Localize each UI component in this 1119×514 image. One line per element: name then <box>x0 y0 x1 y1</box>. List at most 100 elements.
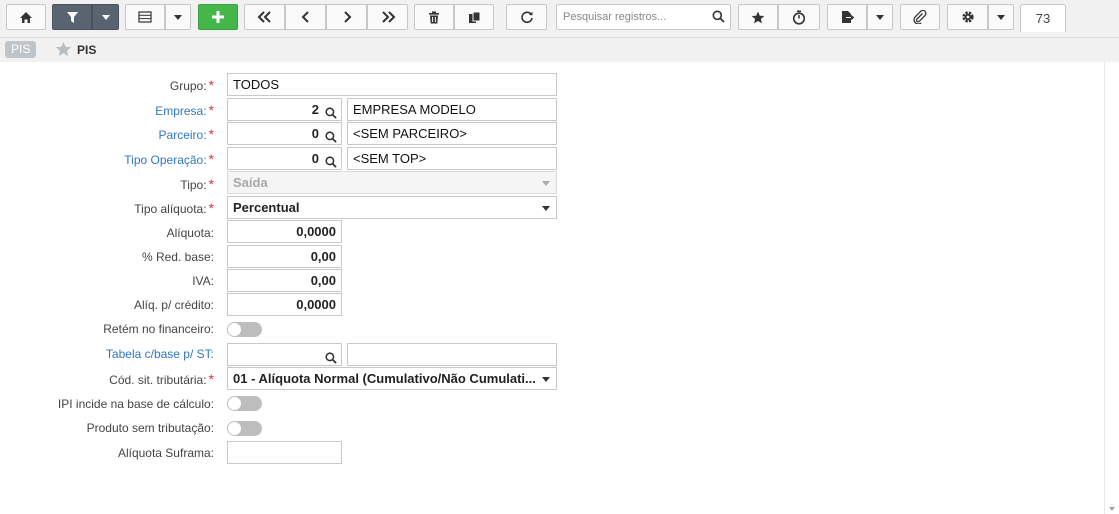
filter-icon <box>66 11 79 24</box>
dropdown-caret-icon <box>101 14 110 20</box>
produto-sem-tributacao-toggle[interactable] <box>227 421 262 436</box>
retem-financeiro-toggle[interactable] <box>227 322 262 337</box>
empresa-code-value: 2 <box>311 102 319 117</box>
previous-record-button[interactable] <box>285 4 326 30</box>
favorite-star-icon[interactable] <box>55 41 72 60</box>
next-record-button[interactable] <box>326 4 367 30</box>
grid-icon <box>138 11 152 23</box>
search-input[interactable] <box>563 9 708 25</box>
plus-icon <box>211 10 225 24</box>
first-icon <box>257 11 273 23</box>
required-mark: * <box>208 176 214 192</box>
chevron-down-icon <box>542 181 550 186</box>
toolbar: 73 <box>0 0 1119 38</box>
paperclip-icon <box>913 10 927 24</box>
toggle-knob <box>228 397 241 410</box>
iva-field[interactable]: 0,00 <box>227 269 342 292</box>
grid-view-button[interactable] <box>125 4 165 30</box>
empresa-code-field[interactable]: 2 <box>227 98 342 121</box>
tipo-operacao-code-field[interactable]: 0 <box>227 147 342 170</box>
scroll-down-icon[interactable] <box>1109 507 1115 511</box>
search-icon[interactable] <box>712 10 725 26</box>
search-icon[interactable] <box>325 349 337 365</box>
first-record-button[interactable] <box>244 4 285 30</box>
refresh-button[interactable] <box>506 4 547 30</box>
trash-icon <box>428 11 440 24</box>
export-button[interactable] <box>827 4 867 30</box>
empresa-label-text: Empresa: <box>155 104 207 118</box>
home-button[interactable] <box>6 4 46 30</box>
search-box <box>556 4 731 30</box>
produto-sem-tributacao-label: Produto sem tributação: <box>86 421 214 435</box>
parceiro-code-value: 0 <box>311 126 319 141</box>
dropdown-caret-icon <box>876 14 884 20</box>
toggle-knob <box>228 323 241 336</box>
tipo-aliquota-select[interactable]: Percentual <box>227 196 557 219</box>
search-icon[interactable] <box>325 153 337 169</box>
settings-dropdown-button[interactable] <box>988 4 1014 30</box>
grid-dropdown-button[interactable] <box>165 4 191 30</box>
filter-button[interactable] <box>52 4 92 30</box>
tipo-value: Saída <box>233 175 268 190</box>
parceiro-code-field[interactable]: 0 <box>227 122 342 145</box>
tipo-select: Saída <box>227 171 557 194</box>
next-icon <box>342 11 352 23</box>
tipo-label-text: Tipo: <box>180 178 207 192</box>
star-icon <box>751 11 765 24</box>
search-icon[interactable] <box>325 128 337 144</box>
aliquota-suframa-label: Alíquota Suframa: <box>117 446 214 460</box>
copy-icon <box>468 11 481 24</box>
export-dropdown-button[interactable] <box>867 4 893 30</box>
cod-sit-tributaria-select[interactable]: 01 - Alíquota Normal (Cumulativo/Não Cum… <box>227 367 557 390</box>
retem-financeiro-label: Retém no financeiro: <box>103 322 214 336</box>
grupo-field[interactable]: TODOS <box>227 73 557 96</box>
tipo-operacao-label-text: Tipo Operação: <box>124 153 207 167</box>
dropdown-caret-icon <box>997 14 1005 20</box>
tipo-aliquota-label-text: Tipo alíquota: <box>134 202 207 216</box>
red-base-field[interactable]: 0,00 <box>227 245 342 268</box>
filter-dropdown-button[interactable] <box>92 4 119 30</box>
toggle-knob <box>228 422 241 435</box>
tipo-operacao-code-value: 0 <box>311 151 319 166</box>
ipi-incide-label: IPI incide na base de cálculo: <box>57 397 214 411</box>
tabela-base-st-name-field <box>347 343 557 366</box>
parceiro-label[interactable]: Parceiro: * <box>159 127 214 142</box>
aliquota-suframa-field[interactable] <box>227 441 342 464</box>
tabela-base-st-label[interactable]: Tabela c/base p/ ST: <box>106 347 214 361</box>
previous-icon <box>301 11 311 23</box>
page-title: PIS <box>77 43 97 57</box>
required-mark: * <box>208 77 214 93</box>
ipi-incide-toggle[interactable] <box>227 396 262 411</box>
favorite-button[interactable] <box>738 4 778 30</box>
delete-button[interactable] <box>414 4 454 30</box>
record-count: 73 <box>1020 4 1066 32</box>
timer-button[interactable] <box>778 4 820 30</box>
attachment-button[interactable] <box>900 4 940 30</box>
tipo-aliquota-value: Percentual <box>233 200 300 215</box>
aliquota-label: Alíquota: <box>166 226 214 240</box>
tipo-operacao-label[interactable]: Tipo Operação: * <box>124 152 214 167</box>
vertical-scrollbar[interactable] <box>1104 62 1119 514</box>
settings-button[interactable] <box>947 4 988 30</box>
required-mark: * <box>208 151 214 167</box>
tipo-aliquota-label: Tipo alíquota: * <box>134 201 214 216</box>
aliquota-field[interactable]: 0,0000 <box>227 220 342 243</box>
search-icon[interactable] <box>325 104 337 120</box>
cod-sit-tributaria-value: 01 - Alíquota Normal (Cumulativo/Não Cum… <box>233 371 536 386</box>
iva-label: IVA: <box>192 274 214 288</box>
required-mark: * <box>208 126 214 142</box>
copy-button[interactable] <box>454 4 494 30</box>
empresa-name-field: EMPRESA MODELO <box>347 98 557 121</box>
chevron-down-icon <box>542 206 550 211</box>
tipo-operacao-name-field: <SEM TOP> <box>347 147 557 170</box>
aliq-credito-field[interactable]: 0,0000 <box>227 293 342 316</box>
breadcrumb-tag[interactable]: PIS <box>5 41 37 58</box>
add-button[interactable] <box>198 4 238 30</box>
tabela-base-st-code-field[interactable] <box>227 343 342 366</box>
timer-icon <box>792 10 806 25</box>
breadcrumb: PIS PIS <box>0 38 1119 62</box>
last-record-button[interactable] <box>367 4 408 30</box>
grupo-label: Grupo: * <box>170 78 214 93</box>
dropdown-caret-icon <box>174 14 182 20</box>
empresa-label[interactable]: Empresa: * <box>155 103 214 118</box>
